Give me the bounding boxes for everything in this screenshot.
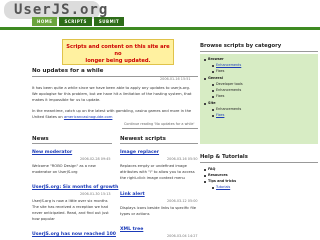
help-resources[interactable]: Resources [208, 173, 228, 177]
nav-submit[interactable]: SUBMIT [93, 17, 125, 26]
script-item-text: Displays icons beside links to specific … [120, 205, 200, 217]
category-site[interactable]: Site [208, 101, 216, 105]
post-p1-line: makes it impossible for us to update. [32, 98, 101, 102]
warning-line-1: Scripts and content on this site are no [66, 44, 170, 57]
news-item-title[interactable]: UserJS.org has now reached 100 [32, 232, 116, 237]
category-general-fixes[interactable]: Fixes [216, 94, 224, 98]
category-site-enhancements[interactable]: Enhancements [216, 107, 241, 111]
news-text-line: moderator on UserJS.org [32, 170, 78, 174]
category-browser-fixes[interactable]: Fixes [216, 69, 224, 73]
script-item-date: 2006-03-12 05:00 [167, 199, 198, 203]
help-list: FAQ Resources Tips and tricks Tutorials [200, 166, 318, 204]
news-heading: News [32, 136, 49, 142]
bullet-icon [204, 175, 206, 177]
help-tutorials[interactable]: Tutorials [216, 185, 230, 189]
main-nav: HOME SCRIPTS SUBMIT [32, 17, 125, 26]
nav-scripts[interactable]: SCRIPTS [59, 17, 92, 26]
script-item-title[interactable]: Link alert [120, 192, 145, 197]
script-item-date: 2006-03-16 05:50 [167, 157, 198, 161]
script-item-date: 2006-03-04 14:27 [167, 234, 198, 238]
script-item-text: Replaces empty or undefined image attrib… [120, 163, 200, 181]
bullet-icon [204, 181, 206, 183]
continue-reading-link[interactable]: Continue reading 'No updates for a while… [124, 122, 194, 126]
news-item-text: Welcome "ROBO Design" as a new moderator… [32, 163, 112, 175]
category-developer-tools[interactable]: Developer tools [216, 82, 243, 86]
newest-divider [120, 143, 198, 144]
nav-home[interactable]: HOME [32, 17, 58, 26]
site-logo-text: UserJS.org [14, 2, 109, 18]
news-item-title[interactable]: New moderator [32, 150, 72, 155]
post-p2-text: United States on [32, 115, 63, 119]
bullet-icon [204, 78, 206, 80]
warning-line-2: longer being updated. [85, 58, 151, 64]
newest-scripts-heading: Newest scripts [120, 136, 166, 142]
browse-categories-heading: Browse scripts by category [200, 43, 282, 49]
category-list: Browser Enhancements Fixes General Devel… [200, 54, 318, 144]
help-tips-and-tricks[interactable]: Tips and tricks [208, 179, 236, 183]
bullet-icon [212, 65, 214, 67]
post-paragraph-2: In the meantime, catch up on the latest … [32, 108, 198, 120]
bullet-icon [212, 84, 214, 86]
post-paragraph-1: It has been quite a while since we have … [32, 85, 198, 103]
browse-divider [200, 51, 318, 52]
news-item-date: 2006-01-30 15:13 [80, 192, 111, 196]
category-browser-enhancements[interactable]: Enhancements [216, 63, 241, 67]
warning-box: Scripts and content on this site are no … [62, 39, 174, 65]
header: UserJS.org HOME SCRIPTS SUBMIT [0, 0, 320, 30]
post-p2-line: United States on americancasinoguide.com [32, 114, 198, 120]
bullet-icon [212, 187, 214, 189]
bullet-icon [204, 103, 206, 105]
news-text-line: how popular [32, 217, 55, 221]
script-item-title[interactable]: XML tree [120, 227, 143, 232]
help-faq[interactable]: FAQ [208, 167, 215, 171]
category-site-fixes[interactable]: Fixes [216, 113, 224, 117]
bullet-icon [212, 90, 214, 92]
news-item-title[interactable]: UserJS.org: Six months of growth [32, 185, 118, 190]
bullet-icon [212, 109, 214, 111]
news-item-date: 2006-02-28 09:45 [80, 157, 111, 161]
header-bar [0, 27, 320, 30]
category-general-enhancements[interactable]: Enhancements [216, 88, 241, 92]
category-browser[interactable]: Browser [208, 57, 224, 61]
news-divider [32, 143, 112, 144]
post-footer-divider [122, 128, 198, 129]
news-item-text: UserJS.org is now a little over six mont… [32, 198, 116, 222]
casino-guide-link[interactable]: americancasinoguide.com [64, 115, 112, 119]
help-heading: Help & Tutorials [200, 154, 248, 160]
bullet-icon [212, 71, 214, 73]
script-item-title[interactable]: Image replacer [120, 150, 159, 155]
bullet-icon [204, 169, 206, 171]
main-content: Scripts and content on this site are no … [32, 36, 200, 240]
script-text-line: types or actions [120, 212, 150, 216]
category-general[interactable]: General [208, 76, 223, 80]
bullet-icon [204, 59, 206, 61]
help-divider [200, 162, 318, 163]
sidebar: Browse scripts by category Browser Enhan… [200, 36, 320, 240]
post-date: 2006-01-16 15:51 [160, 77, 191, 81]
bullet-icon [212, 115, 214, 117]
script-text-line: the right-click image context menu [120, 176, 185, 180]
bullet-icon [212, 96, 214, 98]
post-title[interactable]: No updates for a while [32, 68, 103, 74]
